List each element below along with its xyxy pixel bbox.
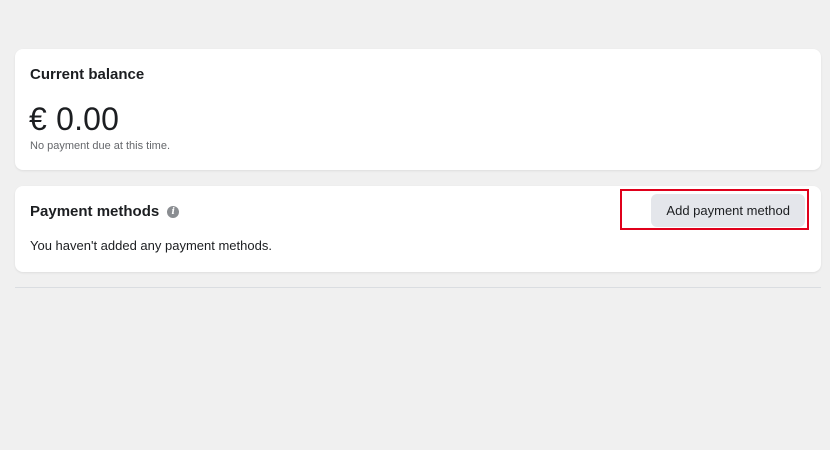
balance-note: No payment due at this time. — [30, 140, 171, 152]
payment-methods-header: Payment methods i — [30, 203, 180, 220]
current-balance-card: Current balance € 0.00 No payment due at… — [15, 49, 821, 170]
add-payment-method-button[interactable]: Add payment method — [651, 194, 805, 227]
balance-amount: € 0.00 — [29, 101, 120, 137]
divider — [15, 287, 821, 288]
payment-methods-title: Payment methods — [30, 203, 160, 220]
info-icon[interactable]: i — [167, 205, 180, 218]
payment-methods-empty-message: You haven't added any payment methods. — [30, 238, 272, 253]
current-balance-title: Current balance — [30, 66, 145, 83]
payment-methods-card: Payment methods i You haven't added any … — [15, 186, 821, 272]
